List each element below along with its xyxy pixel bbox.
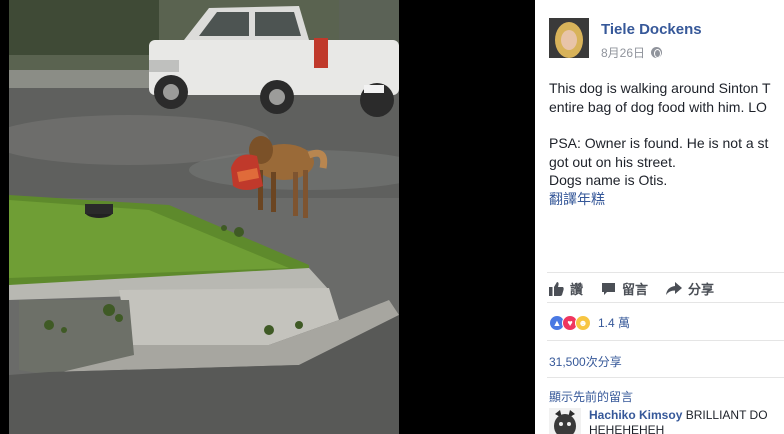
- comment-label: 留言: [622, 282, 649, 297]
- comment-body: Hachiko Kimsoy BRILLIANT DO HEHEHEHEH: [589, 408, 768, 434]
- divider: [547, 302, 784, 303]
- post-sidebar: Tiele Dockens 8月26日 This dog is walking …: [535, 0, 784, 434]
- post-text-line: entire bag of dog food with him. LO: [549, 98, 767, 115]
- divider: [547, 377, 784, 378]
- share-count[interactable]: 31,500次分享: [549, 353, 622, 370]
- reaction-count: 1.4 萬: [598, 316, 631, 330]
- photo-illustration: [9, 0, 399, 434]
- post-photo[interactable]: [9, 0, 399, 434]
- haha-reaction-icon: ☻: [575, 314, 591, 331]
- share-button[interactable]: 分享: [666, 279, 714, 298]
- previous-comments-link[interactable]: 顯示先前的留言: [549, 388, 633, 405]
- post-text: This dog is walking around Sinton T enti…: [549, 79, 784, 208]
- commenter-avatar[interactable]: [549, 408, 581, 434]
- commenter-name[interactable]: Hachiko Kimsoy: [589, 408, 682, 422]
- thumbs-up-icon: [549, 281, 564, 296]
- post-text-line: Dogs name is Otis.: [549, 172, 668, 188]
- share-label: 分享: [688, 282, 715, 297]
- post-text-line: PSA: Owner is found. He is not a st: [549, 135, 769, 151]
- comment-button[interactable]: 留言: [601, 279, 648, 298]
- translate-link[interactable]: 翻譯年糕: [549, 190, 784, 209]
- globe-icon: [651, 47, 663, 58]
- like-label: 讚: [570, 282, 584, 297]
- speech-bubble-icon: [602, 282, 616, 295]
- comment-item: Hachiko Kimsoy BRILLIANT DO HEHEHEHEH: [549, 408, 768, 434]
- post-date[interactable]: 8月26日: [601, 44, 645, 61]
- reactions-summary[interactable]: ▲ ♥ ☻ 1.4 萬: [549, 314, 630, 331]
- author-name[interactable]: Tiele Dockens: [601, 21, 702, 38]
- author-avatar[interactable]: [549, 18, 589, 58]
- comment-text: BRILLIANT DO: [685, 408, 768, 422]
- action-bar: 讚 留言 分享: [549, 279, 714, 298]
- divider: [547, 340, 784, 341]
- post-text-line: got out on his street.: [549, 153, 676, 170]
- like-button[interactable]: 讚: [549, 279, 583, 298]
- comment-text-line2: HEHEHEHEH: [589, 423, 665, 434]
- divider: [547, 272, 784, 273]
- post-text-line: This dog is walking around Sinton T: [549, 80, 771, 96]
- post-meta: 8月26日: [601, 44, 663, 61]
- share-arrow-icon: [666, 281, 683, 295]
